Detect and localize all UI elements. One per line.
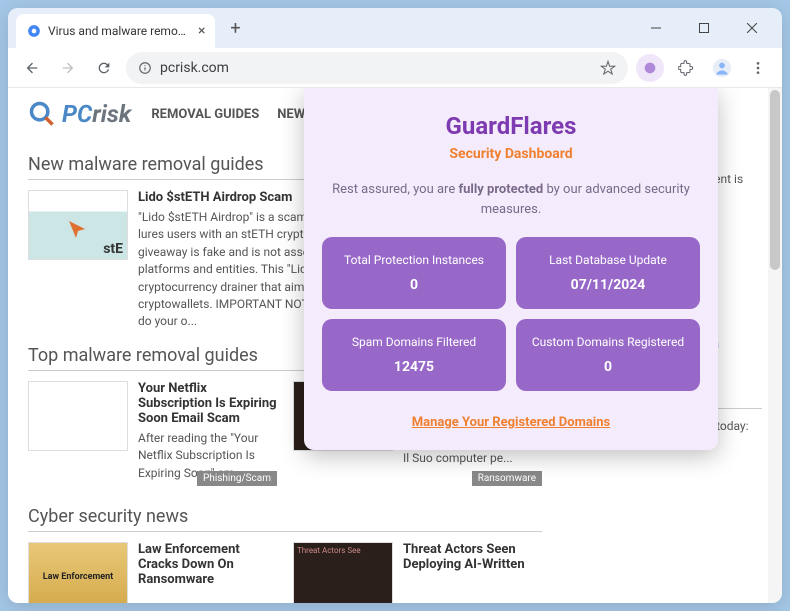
guide-netflix[interactable]: Your Netflix Subscription Is Expiring So… <box>28 381 277 482</box>
titlebar: Virus and malware removal ins × + <box>8 8 782 48</box>
stat-database-update: Last Database Update 07/11/2024 <box>516 237 700 309</box>
extension-popup: GuardFlares Security Dashboard Rest assu… <box>304 88 718 450</box>
tab-close-icon[interactable]: × <box>198 23 205 39</box>
tab-favicon-icon <box>26 23 42 39</box>
stat-protection-instances: Total Protection Instances 0 <box>322 237 506 309</box>
browser-tab[interactable]: Virus and malware removal ins × <box>16 14 215 48</box>
extension-message: Rest assured, you are fully protected by… <box>322 180 700 219</box>
magnifier-icon <box>28 100 56 128</box>
nav-removal-guides[interactable]: REMOVAL GUIDES <box>151 107 259 122</box>
forward-button[interactable] <box>54 54 82 82</box>
minimize-button[interactable] <box>634 13 678 43</box>
guide-title: Law Enforcement Cracks Down On Ransomwar… <box>138 542 277 587</box>
window-controls <box>634 13 774 43</box>
guide-title: Your Netflix Subscription Is Expiring So… <box>138 381 277 426</box>
scroll-thumb[interactable] <box>770 90 780 270</box>
nav-new[interactable]: NEW <box>277 107 305 122</box>
extensions-icon[interactable] <box>672 54 700 82</box>
guide-thumbnail <box>28 190 128 260</box>
address-bar[interactable]: pcrisk.com <box>126 52 628 84</box>
toolbar: pcrisk.com <box>8 48 782 88</box>
guide-thumbnail: Threat Actors See <box>293 542 393 603</box>
back-button[interactable] <box>18 54 46 82</box>
maximize-button[interactable] <box>682 13 726 43</box>
url-text: pcrisk.com <box>160 60 592 76</box>
guide-thumbnail: Law Enforcement <box>28 542 128 603</box>
guardflares-extension-icon[interactable] <box>636 54 664 82</box>
category-tag: Ransomware <box>472 471 542 486</box>
guide-law-enforcement[interactable]: Law Enforcement Law Enforcement Cracks D… <box>28 542 277 603</box>
cursor-icon <box>65 219 89 243</box>
scrollbar[interactable] <box>768 88 782 603</box>
stat-grid: Total Protection Instances 0 Last Databa… <box>322 237 700 391</box>
new-tab-button[interactable]: + <box>221 14 249 42</box>
manage-domains-link[interactable]: Manage Your Registered Domains <box>322 415 700 430</box>
extension-title: GuardFlares <box>322 112 700 140</box>
bookmark-star-icon[interactable] <box>600 60 616 76</box>
site-logo[interactable]: PCrisk <box>28 100 131 128</box>
tab-title: Virus and malware removal ins <box>48 24 188 38</box>
site-info-icon[interactable] <box>138 61 152 75</box>
extension-subtitle: Security Dashboard <box>322 146 700 162</box>
guide-thumbnail <box>28 381 128 451</box>
close-window-button[interactable] <box>730 13 774 43</box>
reload-button[interactable] <box>90 54 118 82</box>
browser-window: Virus and malware removal ins × + pcrisk… <box>8 8 782 603</box>
main-nav: REMOVAL GUIDES NEW <box>151 107 305 122</box>
guide-threat-actors[interactable]: Threat Actors See Threat Actors Seen Dep… <box>293 542 542 603</box>
stat-spam-filtered: Spam Domains Filtered 12475 <box>322 319 506 391</box>
profile-icon[interactable] <box>708 54 736 82</box>
stat-custom-domains: Custom Domains Registered 0 <box>516 319 700 391</box>
guide-title: Threat Actors Seen Deploying AI-Written <box>403 542 542 572</box>
menu-icon[interactable] <box>744 54 772 82</box>
category-tag: Phishing/Scam <box>197 471 277 486</box>
content-viewport: PCrisk REMOVAL GUIDES NEW New malware re… <box>8 88 782 603</box>
section-cyber-news: Cyber security news <box>28 506 542 532</box>
